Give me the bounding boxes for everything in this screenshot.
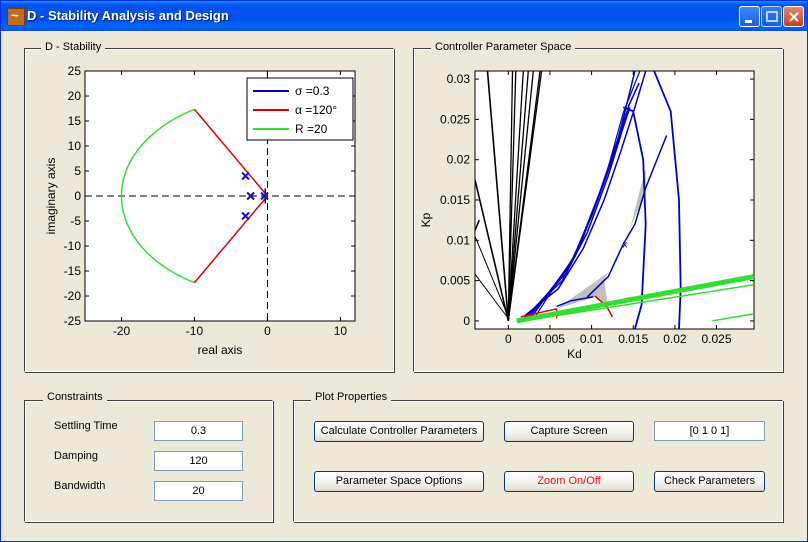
damping-input[interactable]: 120	[154, 451, 243, 471]
y-tick-label: 0.02	[447, 153, 471, 167]
window-title: D - Stability Analysis and Design	[27, 8, 229, 23]
controller-parameter-plot[interactable]: x 0 0.005 0.01 0.015 0.02 0.025 0.03 0.025 0.02 0.…	[414, 49, 782, 369]
check-parameters-button[interactable]: Check Parameters	[654, 471, 765, 492]
plot-area	[474, 70, 755, 330]
y-tick-label: -20	[64, 289, 82, 303]
x-axis-label: Kd	[567, 347, 582, 361]
x-tick-label: 0	[505, 332, 512, 346]
x-tick-label: 10	[334, 324, 348, 338]
capture-screen-button[interactable]: Capture Screen	[504, 421, 634, 442]
y-tick-label: 15	[68, 114, 82, 128]
x-tick-label: 0.02	[663, 332, 687, 346]
calculate-controller-parameters-button[interactable]: Calculate Controller Parameters	[314, 421, 484, 442]
legend-entry: α =120°	[295, 103, 337, 117]
parameter-space-options-button[interactable]: Parameter Space Options	[314, 471, 484, 492]
bandwidth-input[interactable]: 20	[154, 481, 243, 501]
selected-point-marker: x	[622, 239, 627, 250]
matlab-app-icon: ~	[7, 8, 25, 26]
y-tick-label: -10	[64, 239, 82, 253]
title-bar[interactable]: ~ D - Stability Analysis and Design	[1, 1, 807, 31]
legend-entry: σ =0.3	[295, 84, 330, 98]
settling-time-label: Settling Time	[54, 420, 118, 432]
y-tick-label: 0.01	[447, 233, 471, 247]
y-tick-label: 0.015	[440, 193, 470, 207]
d-stability-plot[interactable]: -20 -10 0 10 25 20 15 10 5 0 -5 -10 -15 -20 -25 real ax…	[25, 49, 393, 369]
legend-entry: R =20	[295, 122, 328, 136]
zoom-toggle-button[interactable]: Zoom On/Off	[504, 471, 634, 492]
y-tick-label: -5	[70, 214, 81, 228]
x-tick-label: 0.005	[535, 332, 565, 346]
plot-properties-panel-title: Plot Properties	[311, 391, 392, 403]
main-window: ~ D - Stability Analysis and Design D - …	[0, 0, 808, 542]
y-tick-label: 25	[68, 64, 82, 78]
y-tick-label: 0	[463, 314, 470, 328]
maximize-button[interactable]	[761, 6, 782, 27]
bandwidth-label: Bandwidth	[54, 480, 106, 492]
y-tick-label: 10	[68, 139, 82, 153]
settling-time-input[interactable]: 0.3	[154, 421, 243, 441]
x-tick-label: 0.01	[580, 332, 604, 346]
close-icon	[789, 12, 799, 22]
damping-label: Damping	[54, 450, 99, 462]
y-tick-label: 0.025	[440, 112, 470, 126]
plot-properties-panel	[293, 400, 783, 522]
x-tick-label: 0	[264, 324, 271, 338]
x-tick-label: -10	[186, 324, 204, 338]
y-tick-label: 0.03	[447, 72, 471, 86]
x-axis-label: real axis	[198, 343, 243, 357]
y-tick-label: -25	[64, 314, 82, 328]
x-tick-label: -20	[113, 324, 131, 338]
x-tick-label: 0.015	[618, 332, 648, 346]
x-tick-label: 0.025	[702, 332, 732, 346]
y-tick-label: 5	[74, 164, 81, 178]
y-axis-label: imaginary axis	[44, 158, 58, 235]
y-tick-label: -15	[64, 264, 82, 278]
y-tick-label: 0.005	[440, 274, 470, 288]
close-button[interactable]	[783, 6, 804, 27]
y-tick-label: 20	[68, 89, 82, 103]
y-tick-label: 0	[74, 189, 81, 203]
constraints-panel-title: Constraints	[43, 391, 107, 403]
y-axis-label: Kp	[419, 212, 433, 227]
plot-vector-input[interactable]: [0 1 0 1]	[654, 421, 765, 441]
minimize-button[interactable]	[739, 6, 760, 27]
